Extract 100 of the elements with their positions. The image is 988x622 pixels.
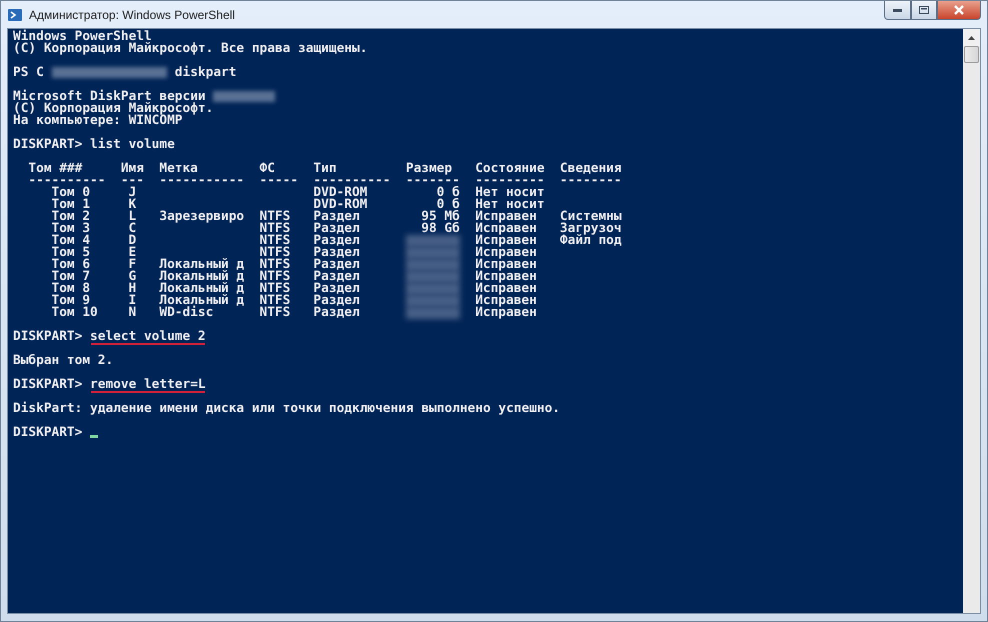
column-header: Размер: [406, 163, 454, 175]
close-icon: [953, 5, 965, 15]
header-rule: -----: [260, 175, 298, 187]
table-cell: Локальный д: [159, 271, 244, 283]
console-text: (C) Корпорация Майкрософт.: [13, 103, 214, 115]
table-cell-text: NTFS: [260, 223, 292, 235]
table-cell: Локальный д: [159, 295, 244, 307]
table-cell-text: Том 6: [50, 259, 92, 271]
console-text: PS C: [13, 67, 44, 79]
table-cell-text: NTFS: [260, 247, 292, 259]
table-cell-text: 95 Мб: [420, 211, 460, 223]
table-cell-text: F: [128, 259, 138, 271]
header-rule: ---: [120, 175, 144, 187]
table-cell-text: Исправен: [475, 283, 538, 295]
table-cell: Локальный д: [159, 283, 244, 295]
minimize-icon: [893, 8, 902, 12]
prompt-text: DISKPART>: [13, 139, 82, 151]
column-header: Том ###: [28, 163, 84, 175]
table-cell-text: NTFS: [260, 235, 292, 247]
console-text: На компьютере: WINCOMP: [13, 115, 182, 127]
table-cell-text: Исправен: [475, 271, 538, 283]
table-cell-text: Раздел: [313, 211, 361, 223]
table-cell: Загрузоч: [560, 223, 622, 235]
scroll-up-button[interactable]: [963, 29, 980, 46]
table-cell-text: Том 9: [50, 295, 90, 307]
up-arrow-icon: [968, 36, 975, 40]
table-cell-text: DVD-ROM: [313, 199, 368, 211]
minimize-button[interactable]: [884, 1, 911, 20]
table-cell-text: Раздел: [313, 247, 361, 259]
table-cell-text: Раздел: [313, 307, 361, 319]
table-cell: Зарезервиро: [159, 211, 244, 223]
table-cell-text: Том 0: [50, 187, 92, 199]
column-header: Метка: [159, 163, 199, 175]
header-rule: ----------: [28, 175, 106, 187]
table-cell-text: Том 4: [50, 235, 92, 247]
console-text: DiskPart: удаление имени диска или точки подключения выполнено успешно.: [13, 403, 560, 415]
table-cell-text: Раздел: [313, 295, 361, 307]
table-cell-text: H: [128, 283, 138, 295]
table-cell: Системны: [560, 211, 622, 223]
table-cell-text: Исправен: [475, 211, 538, 223]
column-header: Сведения: [560, 163, 622, 175]
table-cell-text: Том 10: [50, 307, 99, 319]
maximize-icon: [919, 6, 929, 14]
table-cell-text: Том 3: [50, 223, 92, 235]
table-cell-text: Исправен: [475, 307, 538, 319]
table-cell-text: E: [128, 247, 138, 259]
table-cell-text: Исправен: [475, 295, 538, 307]
table-cell-text: NTFS: [260, 307, 292, 319]
table-cell: Нет носит: [475, 187, 545, 199]
maximize-button[interactable]: [911, 1, 937, 20]
command-text: remove letter=L: [90, 379, 206, 391]
header-rule: ---------: [475, 175, 545, 187]
command-text: select volume 2: [90, 331, 206, 343]
table-cell-text: G: [128, 271, 138, 283]
table-cell: Локальный д: [159, 259, 244, 271]
table-cell-text: NTFS: [260, 295, 292, 307]
command-text: list volume: [90, 139, 175, 151]
column-header: Имя: [120, 163, 144, 175]
table-cell-text: K: [128, 199, 138, 211]
column-header: ФС: [260, 163, 276, 175]
table-cell-text: Раздел: [313, 271, 361, 283]
table-cell-text: C: [128, 223, 138, 235]
table-cell-text: Том 7: [50, 271, 92, 283]
column-header: Состояние: [475, 163, 545, 175]
table-cell-text: D: [128, 235, 138, 247]
table-cell-text: NTFS: [260, 271, 292, 283]
redaction-blur: [213, 91, 275, 102]
prompt-text: DISKPART>: [13, 379, 82, 391]
table-cell-text: N: [128, 307, 138, 319]
console-text: Выбран том 2.: [13, 355, 114, 367]
table-cell-text: J: [128, 187, 138, 199]
table-cell-text: 98 Gб: [420, 223, 460, 235]
table-cell-text: 0 б: [436, 187, 460, 199]
table-cell-text: Исправен: [475, 259, 538, 271]
table-cell-text: Исправен: [475, 247, 538, 259]
table-cell-text: 0 б: [436, 199, 460, 211]
table-cell-text: I: [128, 295, 138, 307]
table-cell-text: NTFS: [260, 211, 292, 223]
table-cell-text: Раздел: [313, 283, 361, 295]
header-rule: -----------: [159, 175, 244, 187]
table-cell-text: WD-disc: [159, 307, 214, 319]
table-cell: Нет носит: [475, 199, 545, 211]
table-cell-text: NTFS: [260, 259, 292, 271]
table-cell-text: Раздел: [313, 223, 361, 235]
console-text: (C) Корпорация Майкрософт. Все права защищены.: [13, 43, 368, 55]
table-cell-text: Исправен: [475, 235, 538, 247]
table-cell-text: L: [128, 211, 138, 223]
close-button[interactable]: [937, 1, 981, 20]
terminal-icon: [7, 6, 23, 22]
prompt-text: DISKPART>: [13, 331, 82, 343]
header-rule: -------: [406, 175, 460, 187]
table-cell-text: NTFS: [260, 283, 292, 295]
table-cell-text: Исправен: [475, 223, 538, 235]
header-rule: --------: [560, 175, 622, 187]
scroll-thumb[interactable]: [964, 46, 979, 63]
scrollbar[interactable]: [963, 29, 980, 613]
column-header: Тип: [313, 163, 338, 175]
table-cell-text: Раздел: [313, 235, 361, 247]
table-cell-text: Том 2: [50, 211, 92, 223]
header-rule: ----------: [313, 175, 390, 187]
